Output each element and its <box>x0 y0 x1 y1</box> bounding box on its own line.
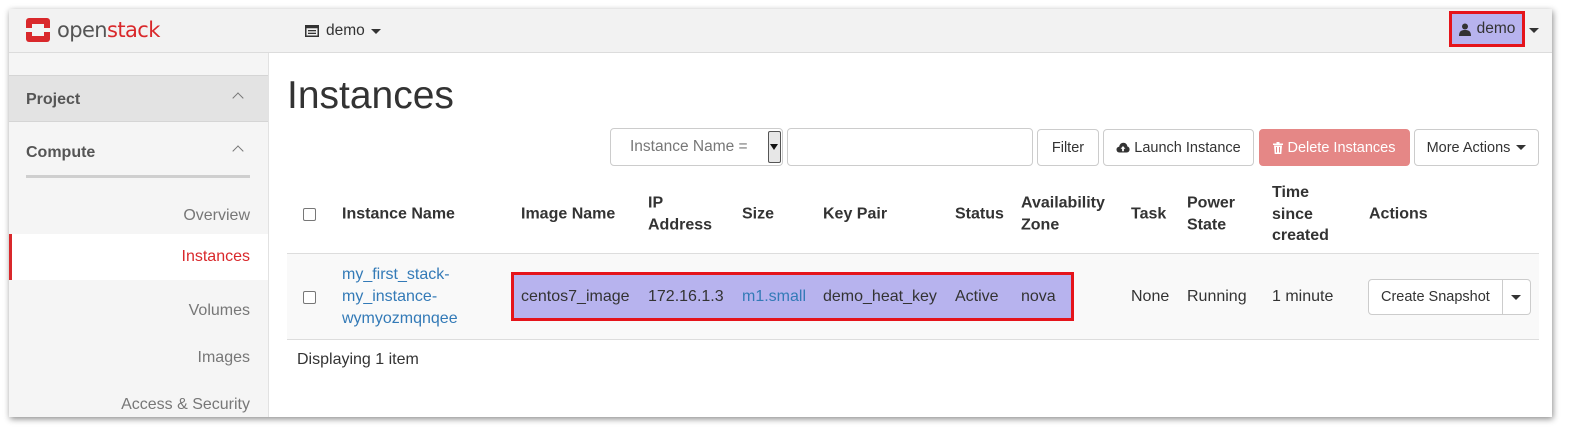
chevron-up-icon <box>232 145 244 157</box>
sidebar-item-label: Images <box>197 349 250 366</box>
sidebar-section-project[interactable]: Project <box>9 75 268 122</box>
row-select-checkbox[interactable] <box>303 290 316 304</box>
create-snapshot-button[interactable]: Create Snapshot <box>1368 279 1503 315</box>
user-menu-caret-icon[interactable] <box>1529 28 1539 33</box>
launch-instance-label: Launch Instance <box>1134 139 1241 156</box>
chevron-down-icon <box>370 28 381 34</box>
column-header-text: Time <box>1272 183 1310 201</box>
column-header-actions: Actions <box>1369 205 1428 223</box>
column-header-text: Zone <box>1021 216 1060 233</box>
sidebar-item-overview[interactable]: Overview <box>9 193 268 239</box>
sidebar-item-label: Instances <box>181 248 250 265</box>
column-header-availability-zone[interactable]: Availability Zone <box>1021 193 1105 236</box>
logo-text-first: open <box>57 18 108 42</box>
chevron-down-icon <box>1511 294 1522 300</box>
project-switcher[interactable]: demo <box>305 19 381 43</box>
column-header-text: IP <box>648 194 664 212</box>
sidebar-item-images[interactable]: Images <box>9 335 268 381</box>
delete-instances-label: Delete Instances <box>1287 139 1396 156</box>
column-header-instance-name[interactable]: Instance Name <box>342 203 455 225</box>
column-header-text: Power <box>1187 194 1236 212</box>
column-header-power-state[interactable]: Power State <box>1187 193 1235 236</box>
column-header-task[interactable]: Task <box>1131 203 1166 225</box>
filter-button-label: Filter <box>1051 139 1085 156</box>
logo-text: openstack <box>57 17 160 43</box>
row-actions-dropdown-button[interactable] <box>1502 279 1531 315</box>
cell-status: Active <box>955 287 999 305</box>
sidebar-item-label: Overview <box>183 207 250 224</box>
cell-key-pair: demo_heat_key <box>823 287 937 305</box>
sidebar-item-label: Volumes <box>188 302 250 319</box>
top-navbar: openstack demo demo <box>9 9 1552 53</box>
instance-name-text: my_first_stack- <box>342 265 450 283</box>
row-actions-group: Create Snapshot <box>1368 279 1531 315</box>
cell-ip-address: 172.16.1.3 <box>648 287 724 305</box>
table-row: my_first_stack- my_instance- wymyozmqnqe… <box>287 254 1539 340</box>
logo-text-second: stack <box>107 18 160 42</box>
sidebar-item-instances[interactable]: Instances <box>9 234 268 280</box>
cell-time-since-created: 1 minute <box>1272 287 1334 305</box>
sidebar: Project Compute Overview Instances Volum… <box>9 53 269 417</box>
filter-field-select-value: Instance Name = <box>630 138 748 155</box>
table-footer-count: Displaying 1 item <box>297 351 419 368</box>
cell-task: None <box>1131 287 1170 305</box>
column-header-text: since <box>1272 205 1313 223</box>
launch-instance-button[interactable]: Launch Instance <box>1103 129 1254 166</box>
sidebar-section-label: Compute <box>26 144 96 161</box>
select-all-checkbox[interactable] <box>303 208 316 221</box>
column-header-size[interactable]: Size <box>742 203 774 225</box>
select-dropdown-icon[interactable] <box>768 131 781 163</box>
sidebar-section-compute[interactable]: Compute <box>9 129 268 176</box>
create-snapshot-label: Create Snapshot <box>1381 289 1490 305</box>
table-header: Instance Name Image Name IP Address Size… <box>287 175 1539 255</box>
cloud-upload-icon <box>1116 142 1130 153</box>
cell-availability-zone: nova <box>1021 287 1056 305</box>
user-menu-button[interactable]: demo <box>1449 11 1525 47</box>
sidebar-item-label: Access & Security <box>121 396 250 413</box>
instance-name-link[interactable]: my_first_stack- my_instance- wymyozmqnqe… <box>342 264 492 330</box>
column-header-key-pair[interactable]: Key Pair <box>823 203 887 225</box>
sidebar-item-access-security[interactable]: Access & Security <box>9 382 268 417</box>
column-header-status[interactable]: Status <box>955 203 1004 225</box>
chevron-down-icon <box>1516 145 1527 150</box>
instance-name-text: wymyozmqnqee <box>342 309 458 327</box>
openstack-logo-icon <box>25 18 51 42</box>
cell-image-name: centos7_image <box>521 287 630 305</box>
project-switcher-label: demo <box>326 22 365 39</box>
column-header-text: State <box>1187 216 1227 233</box>
more-actions-label: More Actions <box>1426 139 1511 156</box>
sidebar-item-volumes[interactable]: Volumes <box>9 288 268 334</box>
filter-button[interactable]: Filter <box>1037 129 1099 166</box>
app-window: openstack demo demo Project Compute Over… <box>9 9 1552 417</box>
cell-power-state: Running <box>1187 287 1247 305</box>
column-header-text: Availability <box>1021 194 1105 212</box>
openstack-logo[interactable]: openstack <box>25 17 160 43</box>
cell-size-link[interactable]: m1.small <box>742 288 806 306</box>
sidebar-section-label: Project <box>26 91 81 108</box>
delete-instances-button[interactable]: Delete Instances <box>1259 129 1410 166</box>
trash-icon <box>1273 141 1284 154</box>
filter-field-select[interactable]: Instance Name = <box>610 128 783 166</box>
sidebar-section-divider <box>26 175 250 178</box>
column-header-time-since-created[interactable]: Time since created <box>1272 182 1329 247</box>
instance-name-text: my_instance- <box>342 287 438 305</box>
project-list-icon <box>305 25 319 37</box>
user-icon <box>1458 23 1471 36</box>
page-title: Instances <box>287 74 454 117</box>
column-header-text: created <box>1272 226 1329 244</box>
filter-input[interactable] <box>787 128 1033 166</box>
column-header-text: Address <box>648 216 713 233</box>
chevron-up-icon <box>232 92 244 104</box>
user-menu-label: demo <box>1476 20 1516 37</box>
column-header-image-name[interactable]: Image Name <box>521 203 615 225</box>
column-header-ip-address[interactable]: IP Address <box>648 193 712 236</box>
more-actions-button[interactable]: More Actions <box>1414 129 1539 166</box>
